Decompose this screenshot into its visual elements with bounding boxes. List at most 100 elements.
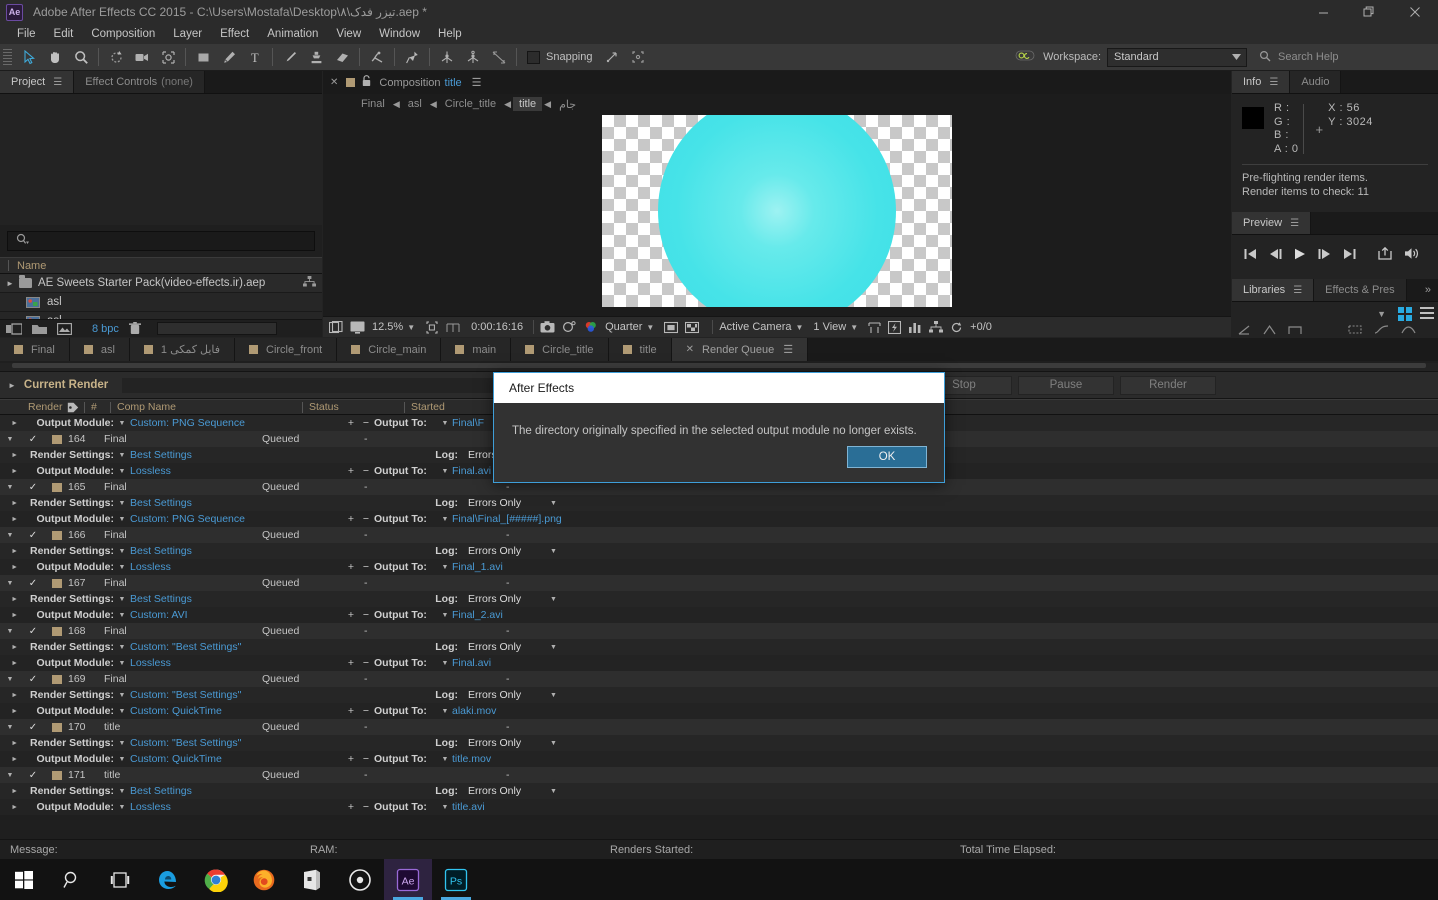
render-settings-value[interactable]: Custom: "Best Settings" — [130, 689, 424, 701]
render-settings-value[interactable]: Custom: "Best Settings" — [130, 737, 424, 749]
zoom-tool[interactable] — [68, 46, 94, 69]
disclosure-triangle-icon[interactable]: ► — [0, 692, 24, 699]
exposure-value[interactable]: +0/0 — [970, 321, 992, 333]
render-settings-value[interactable]: Best Settings — [130, 593, 424, 605]
panel-menu-icon[interactable]: ☰ — [1290, 218, 1299, 229]
output-module-value[interactable]: Lossless — [130, 801, 344, 813]
add-output-module-button[interactable]: + — [344, 753, 358, 765]
output-module-value[interactable]: Custom: PNG Sequence — [130, 513, 344, 525]
remove-output-module-button[interactable]: − — [358, 801, 374, 813]
snapping-checkbox[interactable] — [527, 50, 540, 64]
tab-comp-title[interactable]: title — [608, 338, 672, 361]
brush-tool[interactable] — [277, 46, 303, 69]
panel-menu-icon[interactable]: ☰ — [1269, 77, 1278, 88]
current-time-value[interactable]: 0:00:16:16 — [471, 321, 523, 333]
disclosure-triangle-icon[interactable]: ► — [0, 452, 24, 459]
zoom-level-value[interactable]: 12.5% — [372, 321, 403, 333]
output-module-row[interactable]: ► Output Module: ▼ Custom: QuickTime + − Outpu… — [0, 703, 1438, 719]
output-module-row[interactable]: ► Output Module: ▼ Lossless + − Output To: ▼ Fin… — [0, 655, 1438, 671]
close-icon[interactable]: ✕ — [330, 77, 338, 88]
hill-curve-icon[interactable] — [1401, 324, 1416, 338]
panel-menu-icon[interactable]: ☰ — [53, 77, 62, 88]
render-queue-scrollbar[interactable] — [0, 363, 1438, 372]
output-module-value[interactable]: Lossless — [130, 657, 344, 669]
chevron-down-icon[interactable]: ▼ — [438, 420, 452, 427]
composition-viewer[interactable] — [323, 114, 1231, 316]
render-item-row[interactable]: ▼ ✓ 168 Final Queued - - — [0, 623, 1438, 639]
output-to-value[interactable]: Final\Final_[#####].png — [452, 513, 562, 525]
after-effects-icon[interactable]: Ae — [384, 859, 432, 900]
render-settings-row[interactable]: ► Render Settings: ▼ Custom: "Best Settings… — [0, 687, 1438, 703]
new-comp-icon[interactable] — [6, 322, 22, 335]
chevron-down-icon[interactable]: ▼ — [114, 708, 130, 715]
puppet-pin-tool[interactable] — [399, 46, 425, 69]
disclosure-triangle-icon[interactable]: ► — [0, 788, 24, 795]
output-module-value[interactable]: Custom: QuickTime — [130, 705, 344, 717]
chevron-down-icon[interactable]: ▼ — [795, 323, 803, 332]
remove-output-module-button[interactable]: − — [358, 561, 374, 573]
toolbar-grip[interactable] — [3, 48, 12, 66]
render-item-comp-name[interactable]: Final — [104, 577, 262, 589]
close-icon[interactable]: ✕ — [686, 344, 694, 355]
tab-comp-circle-main[interactable]: Circle_main — [337, 338, 442, 361]
pen-tool[interactable] — [216, 46, 242, 69]
fast-previews-icon[interactable] — [888, 320, 902, 334]
resolution-value[interactable]: Quarter — [605, 321, 642, 333]
output-module-row[interactable]: ► Output Module: ▼ Custom: AVI + − Output To: ▼… — [0, 607, 1438, 623]
output-module-value[interactable]: Custom: AVI — [130, 609, 344, 621]
chevron-down-icon[interactable]: ▼ — [114, 692, 130, 699]
log-value[interactable]: Errors Only — [458, 497, 550, 509]
snapshot-icon[interactable] — [540, 321, 555, 333]
render-settings-row[interactable]: ► Render Settings: ▼ Best Settings Log: Error… — [0, 783, 1438, 799]
output-to-value[interactable]: title.avi — [452, 801, 485, 813]
tab-comp-circle-front[interactable]: Circle_front — [235, 338, 338, 361]
first-frame-button[interactable] — [1244, 248, 1257, 260]
shape-tool[interactable] — [190, 46, 216, 69]
output-module-row[interactable]: ► Output Module: ▼ Lossless + − Output To: ▼ tit… — [0, 799, 1438, 815]
tab-render-queue[interactable]: ✕ Render Queue ☰ — [671, 338, 809, 361]
log-value[interactable]: Errors Only — [458, 593, 550, 605]
chevron-down-icon[interactable]: ▼ — [438, 468, 452, 475]
firefox-icon[interactable] — [240, 859, 288, 900]
list-view-icon[interactable] — [1420, 307, 1434, 321]
log-value[interactable]: Errors Only — [458, 545, 550, 557]
render-item-comp-name[interactable]: title — [104, 721, 262, 733]
render-item-row[interactable]: ▼ ✓ 167 Final Queued - - — [0, 575, 1438, 591]
output-module-row[interactable]: ► Output Module: ▼ Custom: PNG Sequence + − Ou… — [0, 511, 1438, 527]
disclosure-triangle-icon[interactable]: ► — [0, 660, 24, 667]
render-settings-value[interactable]: Best Settings — [130, 545, 424, 557]
disclosure-triangle-icon[interactable]: ► — [0, 756, 24, 763]
log-value[interactable]: Errors Only — [458, 785, 550, 797]
chevron-down-icon[interactable]: ▼ — [114, 740, 130, 747]
ok-button[interactable]: OK — [847, 446, 927, 468]
render-checkbox[interactable]: ✓ — [20, 530, 46, 541]
snap-arrow-icon[interactable] — [599, 46, 625, 69]
show-snapshot-icon[interactable] — [562, 321, 577, 333]
chevron-down-icon[interactable]: ▼ — [114, 612, 130, 619]
column-started[interactable]: Started — [411, 401, 445, 413]
disclosure-triangle-icon[interactable]: ► — [0, 420, 24, 427]
add-output-module-button[interactable]: + — [344, 465, 358, 477]
render-checkbox[interactable]: ✓ — [20, 674, 46, 685]
remove-output-module-button[interactable]: − — [358, 657, 374, 669]
chevron-down-icon[interactable]: ▼ — [114, 788, 130, 795]
mask-view-icon[interactable] — [664, 321, 679, 334]
lock-icon[interactable] — [362, 75, 371, 90]
log-value[interactable]: Errors Only — [458, 641, 550, 653]
chevron-down-icon[interactable]: ▼ — [114, 420, 130, 427]
tab-libraries[interactable]: Libraries ☰ — [1232, 279, 1315, 301]
workspace-reset-icon[interactable] — [1015, 49, 1035, 65]
output-module-row[interactable]: ► Output Module: ▼ Lossless + − Output To: ▼ Fin… — [0, 559, 1438, 575]
timeline-icon[interactable] — [908, 321, 922, 334]
render-settings-row[interactable]: ► Render Settings: ▼ Best Settings Log: Error… — [0, 495, 1438, 511]
search-help-field[interactable]: Search Help — [1257, 47, 1432, 67]
task-view-icon[interactable] — [96, 859, 144, 900]
edge-icon[interactable] — [144, 859, 192, 900]
chevron-down-icon[interactable]: ▼ — [114, 468, 130, 475]
add-output-module-button[interactable]: + — [344, 609, 358, 621]
disclosure-triangle-icon[interactable]: ► — [0, 564, 24, 571]
disclosure-triangle-icon[interactable]: ► — [0, 548, 24, 555]
chrome-icon[interactable] — [192, 859, 240, 900]
previous-frame-button[interactable] — [1269, 248, 1282, 260]
disclosure-triangle-icon[interactable]: ► — [6, 279, 19, 288]
